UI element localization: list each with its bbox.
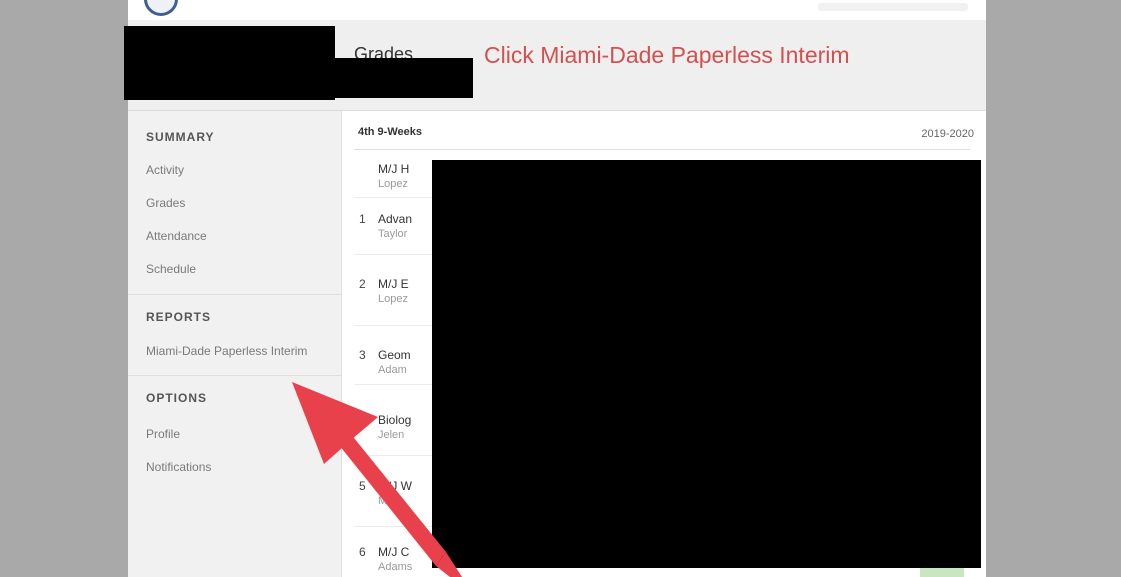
arrow-icon (292, 382, 462, 577)
arrow-shaft (335, 428, 446, 566)
